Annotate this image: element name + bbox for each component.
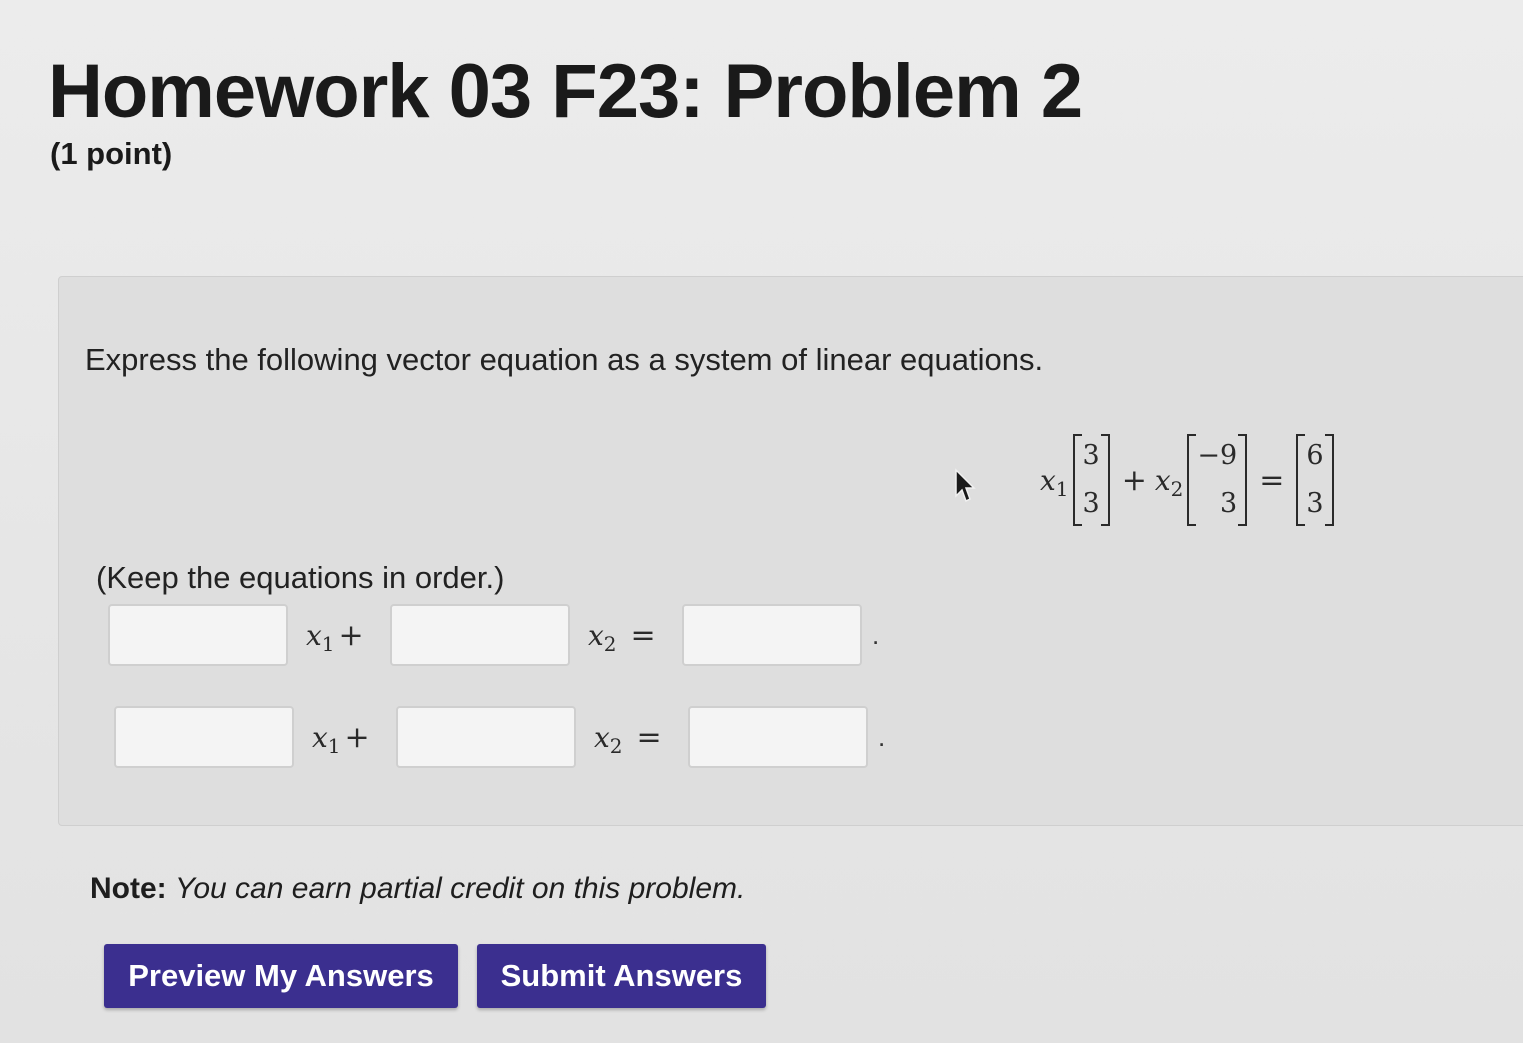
vector-eq-var-x1: x1 — [1040, 463, 1069, 501]
row-1-x1-coefficient-input[interactable] — [108, 604, 288, 666]
vector-eq-equals: = — [1259, 462, 1285, 498]
row-2-rhs-input[interactable] — [688, 706, 868, 768]
note-text: You can earn partial credit on this prob… — [175, 872, 746, 905]
vector-eq-plus: + — [1121, 462, 1147, 498]
vector-rhs: 6 3 — [1296, 434, 1334, 526]
vector-rhs-entry-1: 6 — [1306, 440, 1324, 471]
row-1-x2-coefficient-input[interactable] — [390, 604, 570, 666]
problem-instruction: Express the following vector equation as… — [85, 342, 1044, 377]
vector-2: −9 3 — [1187, 434, 1248, 526]
vector-2-entry-1: −9 — [1197, 440, 1238, 471]
row-1-rhs-input[interactable] — [682, 604, 862, 666]
row-2-x2-coefficient-input[interactable] — [396, 706, 576, 768]
equation-row-1: x1 + x2 = . — [108, 600, 879, 670]
row-2-x2-label: x2 = — [594, 719, 662, 758]
vector-rhs-entry-2: 3 — [1306, 488, 1324, 519]
row-1-x1-label: x1 + — [306, 617, 364, 656]
preview-answers-button[interactable]: Preview My Answers — [104, 944, 458, 1008]
note-label: Note: — [90, 872, 167, 905]
row-1-period: . — [872, 619, 880, 650]
vector-eq-var-x2: x2 — [1154, 463, 1184, 501]
page-title: Homework 03 F23: Problem 2 — [48, 49, 1083, 134]
partial-credit-note: Note: You can earn partial credit on thi… — [90, 872, 745, 906]
row-2-x1-label: x1 + — [312, 719, 370, 758]
submit-answers-button[interactable]: Submit Answers — [477, 944, 766, 1008]
vector-1-entry-2: 3 — [1082, 488, 1100, 519]
vector-1: 3 3 — [1072, 434, 1110, 526]
keep-order-hint: (Keep the equations in order.) — [96, 560, 505, 595]
row-1-x2-label: x2 = — [588, 617, 656, 656]
vector-1-entry-1: 3 — [1082, 440, 1100, 471]
vector-equation: x1 3 3 + x2 −9 3 = 6 3 — [1040, 432, 1338, 528]
row-2-x1-coefficient-input[interactable] — [114, 706, 294, 768]
vector-2-entry-2: 3 — [1220, 488, 1238, 519]
problem-points: (1 point) — [50, 136, 173, 171]
equation-row-2: x1 + x2 = . — [108, 702, 885, 772]
row-2-period: . — [878, 721, 886, 752]
mouse-pointer-icon — [955, 468, 976, 503]
